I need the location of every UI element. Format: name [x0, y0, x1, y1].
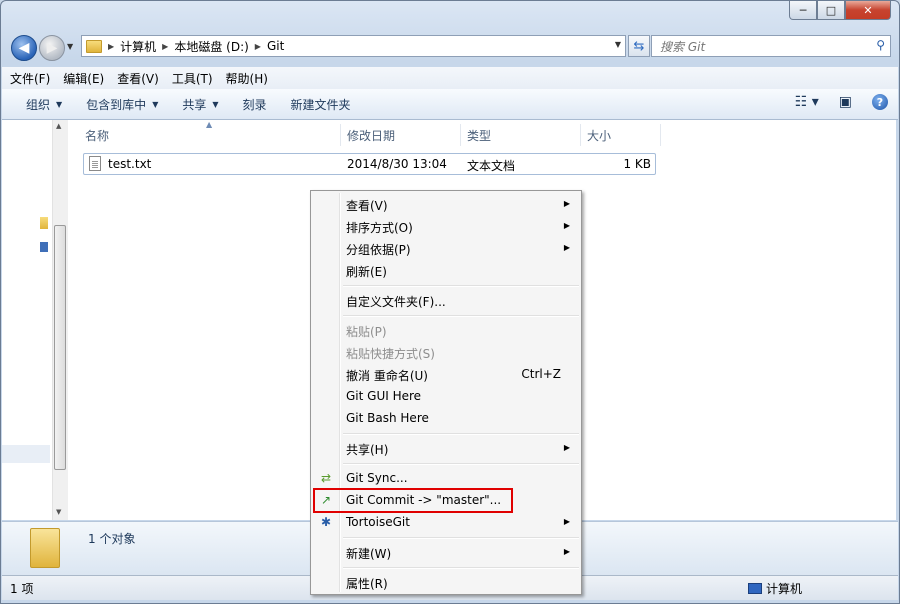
- search-input[interactable]: [658, 37, 862, 57]
- breadcrumb-git[interactable]: Git: [267, 39, 284, 53]
- column-header-modified[interactable]: 修改日期: [341, 124, 461, 146]
- submenu-arrow-icon: ▶: [563, 443, 570, 452]
- file-name: test.txt: [108, 157, 152, 171]
- column-header-size[interactable]: 大小: [581, 124, 661, 146]
- highlight-box: [313, 488, 513, 513]
- folder-icon: [86, 39, 102, 53]
- menu-view[interactable]: 查看(V): [109, 70, 164, 87]
- submenu-arrow-icon: ▶: [563, 243, 570, 252]
- network-icon[interactable]: [40, 242, 48, 252]
- address-row: ◀ ▶ ▼ ▶ 计算机 ▶ 本地磁盘 (D:) ▶ Git ▼ ⇆ ⚲: [9, 33, 893, 61]
- nav-scrollbar[interactable]: ▲ ▼: [52, 120, 68, 520]
- window-controls: ─ □ ✕: [789, 1, 891, 21]
- git-sync-icon: ⇄: [320, 471, 332, 485]
- status-location: 计算机: [766, 582, 803, 596]
- menu-item-refresh[interactable]: 刷新(E): [313, 259, 579, 281]
- file-type: 文本文档: [467, 159, 516, 173]
- column-header-type[interactable]: 类型: [461, 124, 581, 146]
- menu-item-customize-folder[interactable]: 自定义文件夹(F)...: [313, 289, 579, 311]
- command-bar: 组织 ▼ 包含到库中 ▼ 共享 ▼ 刻录 新建文件夹 ☷ ▾ ▣ ?: [2, 89, 898, 120]
- forward-button[interactable]: ▶: [39, 35, 65, 61]
- recent-pages-dropdown[interactable]: ▼: [67, 42, 73, 51]
- menu-edit[interactable]: 编辑(E): [55, 70, 109, 87]
- scroll-down-icon[interactable]: ▼: [56, 508, 61, 516]
- chevron-down-icon: ▼: [212, 99, 219, 109]
- status-items: 1 项: [10, 582, 34, 596]
- submenu-arrow-icon: ▶: [563, 221, 570, 230]
- chevron-right-icon[interactable]: ▶: [108, 42, 114, 51]
- nav-selected-item[interactable]: [2, 445, 50, 463]
- chevron-down-icon[interactable]: ▼: [615, 40, 621, 49]
- submenu-arrow-icon: ▶: [563, 199, 570, 208]
- search-icon[interactable]: ⚲: [876, 38, 885, 52]
- burn-button[interactable]: 刻录: [243, 96, 267, 113]
- breadcrumb-drive[interactable]: 本地磁盘 (D:): [174, 38, 248, 55]
- menu-item-git-gui[interactable]: Git GUI Here: [313, 385, 579, 407]
- computer-icon: [748, 583, 762, 594]
- menu-item-view[interactable]: 查看(V) ▶: [313, 193, 579, 215]
- preview-pane-icon[interactable]: ▣: [839, 94, 852, 110]
- help-icon[interactable]: ?: [872, 94, 888, 110]
- menu-item-paste-shortcut[interactable]: 粘贴快捷方式(S): [313, 341, 579, 363]
- file-modified: 2014/8/30 13:04: [347, 157, 447, 171]
- view-options-icon[interactable]: ☷ ▾: [795, 94, 819, 110]
- menu-bar: 文件(F) 编辑(E) 查看(V) 工具(T) 帮助(H): [2, 67, 898, 90]
- menu-item-git-bash[interactable]: Git Bash Here: [313, 407, 579, 429]
- menu-item-new[interactable]: 新建(W) ▶: [313, 541, 579, 563]
- folder-icon[interactable]: [40, 217, 48, 229]
- maximize-button[interactable]: □: [817, 1, 845, 20]
- menu-file[interactable]: 文件(F): [2, 70, 55, 87]
- menu-separator: [343, 315, 579, 317]
- breadcrumb-computer[interactable]: 计算机: [120, 38, 156, 55]
- menu-separator: [343, 285, 579, 287]
- chevron-right-icon[interactable]: ▶: [162, 42, 168, 51]
- tortoisegit-icon: ✱: [320, 515, 332, 529]
- minimize-button[interactable]: ─: [789, 1, 817, 20]
- submenu-arrow-icon: ▶: [563, 517, 570, 526]
- menu-tools[interactable]: 工具(T): [164, 70, 218, 87]
- chevron-right-icon[interactable]: ▶: [255, 42, 261, 51]
- refresh-button[interactable]: ⇆: [628, 35, 650, 57]
- menu-help[interactable]: 帮助(H): [218, 70, 273, 87]
- file-size: 1 KB: [623, 157, 651, 171]
- close-button[interactable]: ✕: [845, 1, 891, 20]
- share-button[interactable]: 共享 ▼: [182, 96, 218, 113]
- text-file-icon: [89, 156, 101, 171]
- menu-item-undo-rename[interactable]: 撤消 重命名(U) Ctrl+Z: [313, 363, 579, 385]
- submenu-arrow-icon: ▶: [563, 547, 570, 556]
- address-bar[interactable]: ▶ 计算机 ▶ 本地磁盘 (D:) ▶ Git ▼: [81, 35, 626, 57]
- chevron-down-icon: ▼: [152, 99, 159, 109]
- menu-separator: [343, 433, 579, 435]
- menu-separator: [343, 567, 579, 569]
- new-folder-button[interactable]: 新建文件夹: [291, 96, 351, 113]
- menu-item-tortoisegit[interactable]: ✱ TortoiseGit ▶: [313, 511, 579, 533]
- menu-item-group[interactable]: 分组依据(P) ▶: [313, 237, 579, 259]
- scroll-up-icon[interactable]: ▲: [56, 122, 61, 130]
- chevron-down-icon: ▼: [56, 99, 63, 109]
- column-header-name[interactable]: 名称: [79, 124, 341, 146]
- back-button[interactable]: ◀: [11, 35, 37, 61]
- menu-item-share[interactable]: 共享(H) ▶: [313, 437, 579, 459]
- menu-item-git-sync[interactable]: ⇄ Git Sync...: [313, 467, 579, 489]
- menu-item-paste[interactable]: 粘贴(P): [313, 319, 579, 341]
- folder-icon: [30, 528, 60, 568]
- menu-separator: [343, 537, 579, 539]
- organize-button[interactable]: 组织 ▼: [26, 96, 62, 113]
- menu-item-sort[interactable]: 排序方式(O) ▶: [313, 215, 579, 237]
- file-row[interactable]: test.txt 2014/8/30 13:04 文本文档 1 KB: [83, 153, 656, 175]
- menu-item-properties[interactable]: 属性(R): [313, 571, 579, 593]
- item-count: 1 个对象: [88, 532, 136, 546]
- context-menu: 查看(V) ▶ 排序方式(O) ▶ 分组依据(P) ▶ 刷新(E) 自定义文件夹(F)…: [310, 190, 582, 595]
- menu-separator: [343, 463, 579, 465]
- navigation-pane[interactable]: ▲ ▼: [2, 120, 68, 520]
- include-in-library-button[interactable]: 包含到库中 ▼: [86, 96, 158, 113]
- scrollbar-thumb[interactable]: [54, 225, 66, 470]
- search-box[interactable]: ⚲: [651, 35, 891, 57]
